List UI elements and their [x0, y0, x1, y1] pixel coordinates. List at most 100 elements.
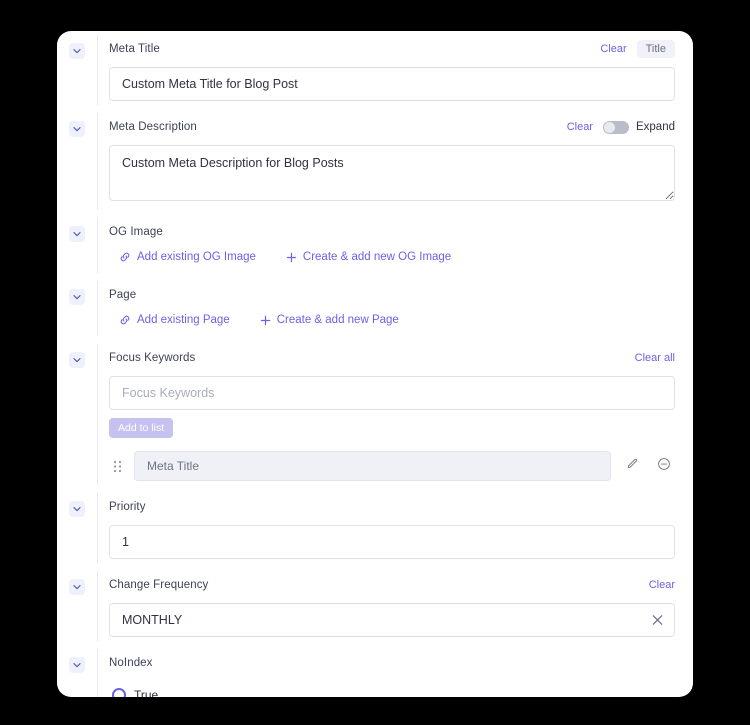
meta-title-source-badge[interactable]: Title: [636, 40, 675, 58]
field-group-meta-description: Meta Description Clear Expand: [57, 109, 693, 214]
label-row-priority: Priority: [109, 497, 675, 517]
expand-toggle-label: Expand: [635, 121, 675, 133]
focus-keyword-chip[interactable]: Meta Title: [134, 451, 611, 481]
relation-actions-og-image: Add existing OG Image Create & add new O…: [109, 250, 675, 269]
clear-meta-title-button[interactable]: Clear: [600, 43, 626, 55]
field-body-focus-keywords: Focus Keywords Clear all Add to list: [98, 340, 693, 489]
field-group-noindex: NoIndex True False: [57, 645, 693, 697]
add-existing-page-button[interactable]: Add existing Page: [119, 314, 230, 326]
label-actions-meta-title: Clear Title: [600, 40, 675, 58]
change-frequency-clear-icon-button[interactable]: [651, 614, 664, 627]
collapse-column: [57, 109, 97, 137]
noindex-radio-true[interactable]: True: [112, 681, 675, 697]
field-group-change-frequency: Change Frequency Clear: [57, 567, 693, 645]
close-x-icon: [651, 614, 664, 631]
label-row-meta-description: Meta Description Clear Expand: [109, 117, 675, 137]
add-existing-og-image-button[interactable]: Add existing OG Image: [119, 251, 256, 263]
collapse-column: [57, 214, 97, 242]
meta-title-input[interactable]: [109, 67, 675, 101]
field-group-og-image: OG Image Add existing OG Image Create & …: [57, 214, 693, 277]
field-group-page: Page Add existing Page Create & add new …: [57, 277, 693, 340]
field-body-page: Page Add existing Page Create & add new …: [98, 277, 693, 340]
label-row-meta-title: Meta Title Clear Title: [109, 39, 675, 59]
expand-toggle-switch[interactable]: [602, 120, 629, 134]
field-label-change-frequency: Change Frequency: [109, 579, 209, 591]
field-label-noindex: NoIndex: [109, 657, 153, 669]
field-group-meta-title: Meta Title Clear Title: [57, 31, 693, 109]
meta-description-textarea[interactable]: [109, 145, 675, 201]
plus-icon: [286, 252, 297, 263]
collapse-column: [57, 567, 97, 595]
focus-keyword-list-item: Meta Title: [109, 451, 675, 481]
priority-input[interactable]: [109, 525, 675, 559]
create-new-page-label: Create & add new Page: [276, 314, 399, 326]
radio-circle-icon: [112, 688, 126, 697]
field-label-og-image: OG Image: [109, 226, 163, 238]
label-row-change-frequency: Change Frequency Clear: [109, 575, 675, 595]
field-label-meta-description: Meta Description: [109, 121, 197, 133]
field-body-noindex: NoIndex True False: [98, 645, 693, 697]
label-row-focus-keywords: Focus Keywords Clear all: [109, 348, 675, 368]
field-label-focus-keywords: Focus Keywords: [109, 352, 196, 364]
collapse-toggle-priority[interactable]: [69, 501, 85, 517]
collapse-column: [57, 489, 97, 517]
relation-actions-page: Add existing Page Create & add new Page: [109, 313, 675, 332]
field-label-page: Page: [109, 289, 137, 301]
plus-icon: [260, 315, 271, 326]
add-existing-og-image-label: Add existing OG Image: [137, 251, 256, 263]
chevron-down-icon: [73, 125, 81, 133]
collapse-column: [57, 645, 97, 673]
remove-focus-keyword-button[interactable]: [653, 455, 675, 477]
chevron-down-icon: [73, 661, 81, 669]
change-frequency-input-wrapper: [109, 603, 675, 637]
collapse-toggle-og-image[interactable]: [69, 226, 85, 242]
chevron-down-icon: [73, 356, 81, 364]
collapse-toggle-meta-description[interactable]: [69, 121, 85, 137]
toggle-knob: [603, 121, 615, 133]
link-icon: [119, 251, 131, 263]
field-body-change-frequency: Change Frequency Clear: [98, 567, 693, 645]
create-new-page-button[interactable]: Create & add new Page: [260, 314, 399, 326]
expand-toggle-wrapper: Expand: [602, 120, 675, 134]
noindex-radio-true-label: True: [134, 688, 159, 697]
collapse-toggle-page[interactable]: [69, 289, 85, 305]
collapse-column: [57, 31, 97, 59]
field-body-og-image: OG Image Add existing OG Image Create & …: [98, 214, 693, 277]
pencil-icon: [626, 457, 639, 475]
drag-handle-icon[interactable]: [111, 460, 124, 473]
field-body-meta-description: Meta Description Clear Expand: [98, 109, 693, 214]
field-body-meta-title: Meta Title Clear Title: [98, 31, 693, 109]
label-row-page: Page: [109, 285, 675, 305]
focus-keywords-input[interactable]: [109, 376, 675, 410]
collapse-toggle-meta-title[interactable]: [69, 43, 85, 59]
create-new-og-image-label: Create & add new OG Image: [302, 251, 452, 263]
add-existing-page-label: Add existing Page: [137, 314, 230, 326]
label-row-og-image: OG Image: [109, 222, 675, 242]
change-frequency-input[interactable]: [109, 603, 675, 637]
field-body-priority: Priority: [98, 489, 693, 567]
field-group-focus-keywords: Focus Keywords Clear all Add to list: [57, 340, 693, 489]
clear-all-focus-keywords-button[interactable]: Clear all: [635, 352, 675, 364]
chevron-down-icon: [73, 47, 81, 55]
collapse-toggle-focus-keywords[interactable]: [69, 352, 85, 368]
add-to-list-button[interactable]: Add to list: [109, 418, 174, 438]
card-inner: Meta Title Clear Title Custom Meta Title…: [57, 31, 693, 697]
page-root: Meta Title Clear Title Custom Meta Title…: [0, 0, 750, 725]
chevron-down-icon: [73, 583, 81, 591]
label-actions-meta-description: Clear Expand: [567, 120, 675, 134]
circle-minus-icon: [657, 457, 671, 476]
clear-meta-description-button[interactable]: Clear: [567, 121, 593, 133]
create-new-og-image-button[interactable]: Create & add new OG Image: [286, 251, 451, 263]
collapse-column: [57, 277, 97, 305]
collapse-column: [57, 340, 97, 368]
collapse-toggle-change-frequency[interactable]: [69, 579, 85, 595]
field-label-priority: Priority: [109, 501, 146, 513]
chevron-down-icon: [73, 230, 81, 238]
link-icon: [119, 314, 131, 326]
edit-focus-keyword-button[interactable]: [621, 455, 643, 477]
chevron-down-icon: [73, 505, 81, 513]
field-label-meta-title: Meta Title: [109, 43, 160, 55]
clear-change-frequency-button[interactable]: Clear: [649, 579, 675, 591]
chevron-down-icon: [73, 293, 81, 301]
collapse-toggle-noindex[interactable]: [69, 657, 85, 673]
